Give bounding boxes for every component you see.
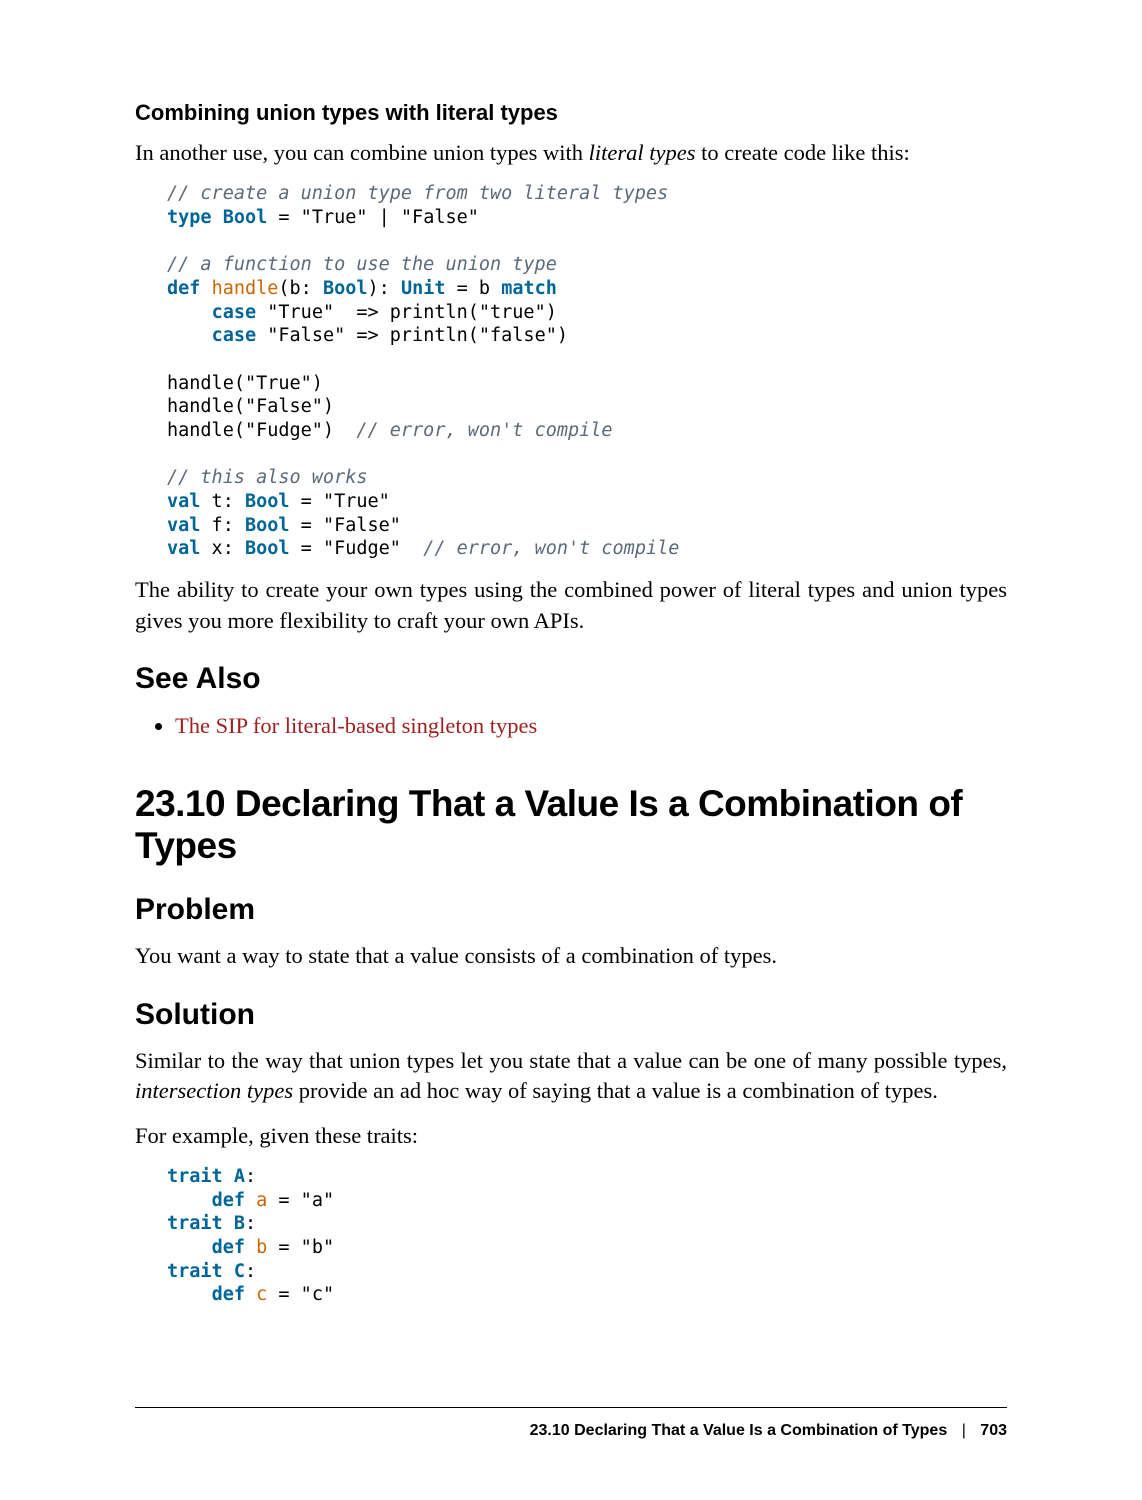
code-text: handle("True") — [167, 373, 323, 394]
list-item: The SIP for literal-based singleton type… — [175, 710, 1007, 742]
text-italic: literal types — [589, 140, 696, 165]
heading-section-23-10: 23.10 Declaring That a Value Is a Combin… — [135, 783, 1007, 867]
text: provide an ad hoc way of saying that a v… — [293, 1078, 938, 1103]
footer-title: 23.10 Declaring That a Value Is a Combin… — [530, 1422, 948, 1439]
code-text: : — [245, 1261, 256, 1282]
code-block-1: // create a union type from two literal … — [167, 182, 1007, 561]
code-text: = b — [446, 278, 502, 299]
code-comment: // error, won't compile — [423, 538, 679, 559]
code-keyword: def — [212, 1237, 245, 1258]
page: Combining union types with literal types… — [0, 0, 1142, 1500]
code-fn: b — [256, 1237, 267, 1258]
code-text: = "False" — [290, 515, 401, 536]
code-text: x: — [200, 538, 245, 559]
code-text: handle("Fudge") — [167, 420, 356, 441]
heading-problem: Problem — [135, 893, 1007, 927]
code-text: ): — [368, 278, 401, 299]
code-comment: // create a union type from two literal … — [167, 183, 668, 204]
code-keyword: def — [212, 1190, 245, 1211]
code-text: = "a" — [267, 1190, 334, 1211]
code-text: t: — [200, 491, 245, 512]
paragraph-intro: In another use, you can combine union ty… — [135, 138, 1007, 168]
code-comment: // error, won't compile — [356, 420, 612, 441]
code-keyword: case — [212, 302, 257, 323]
code-text: "True" => println("true") — [256, 302, 557, 323]
code-keyword: case — [212, 325, 257, 346]
paragraph-problem: You want a way to state that a value con… — [135, 941, 1007, 971]
heading-combining: Combining union types with literal types — [135, 100, 1007, 126]
code-type: Bool — [245, 515, 290, 536]
code-fn: c — [256, 1284, 267, 1305]
code-keyword: val — [167, 538, 200, 559]
page-footer: 23.10 Declaring That a Value Is a Combin… — [135, 1407, 1007, 1440]
code-text: : — [245, 1213, 256, 1234]
code-fn: handle — [212, 278, 279, 299]
code-text: = "True" — [290, 491, 390, 512]
code-type: C — [234, 1261, 245, 1282]
code-comment: // this also works — [167, 467, 367, 488]
code-text: = "Fudge" — [290, 538, 424, 559]
code-fn: a — [256, 1190, 267, 1211]
code-keyword: trait — [167, 1166, 223, 1187]
code-text: : — [245, 1166, 256, 1187]
heading-see-also: See Also — [135, 662, 1007, 696]
code-text: = "b" — [267, 1237, 334, 1258]
link-sip[interactable]: The SIP for literal-based singleton type… — [175, 713, 537, 738]
heading-solution: Solution — [135, 998, 1007, 1032]
text: to create code like this: — [696, 140, 910, 165]
paragraph-solution-1: Similar to the way that union types let … — [135, 1046, 1007, 1107]
code-comment: // a function to use the union type — [167, 254, 557, 275]
code-text: (b: — [278, 278, 323, 299]
see-also-list: The SIP for literal-based singleton type… — [135, 710, 1007, 742]
code-type: Unit — [401, 278, 446, 299]
code-keyword: match — [501, 278, 557, 299]
paragraph-solution-2: For example, given these traits: — [135, 1121, 1007, 1151]
code-text: handle("False") — [167, 396, 334, 417]
code-keyword: trait — [167, 1213, 223, 1234]
code-keyword: def — [212, 1284, 245, 1305]
code-type: A — [234, 1166, 245, 1187]
paragraph-summary: The ability to create your own types usi… — [135, 575, 1007, 636]
code-type: Bool — [245, 491, 290, 512]
code-keyword: type — [167, 207, 212, 228]
text: In another use, you can combine union ty… — [135, 140, 589, 165]
code-type: Bool — [245, 538, 290, 559]
text-italic: intersection types — [135, 1078, 293, 1103]
footer-page-number: 703 — [980, 1422, 1007, 1439]
code-text: = "c" — [267, 1284, 334, 1305]
code-type: B — [234, 1213, 245, 1234]
code-text: "False" => println("false") — [256, 325, 568, 346]
text: Similar to the way that union types let … — [135, 1048, 1007, 1073]
footer-separator: | — [962, 1422, 966, 1439]
code-text: f: — [200, 515, 245, 536]
code-keyword: val — [167, 515, 200, 536]
code-text: = "True" | "False" — [267, 207, 479, 228]
code-keyword: def — [167, 278, 200, 299]
code-keyword: trait — [167, 1261, 223, 1282]
code-block-2: trait A: def a = "a" trait B: def b = "b… — [167, 1165, 1007, 1307]
code-keyword: val — [167, 491, 200, 512]
code-type: Bool — [223, 207, 268, 228]
code-type: Bool — [323, 278, 368, 299]
